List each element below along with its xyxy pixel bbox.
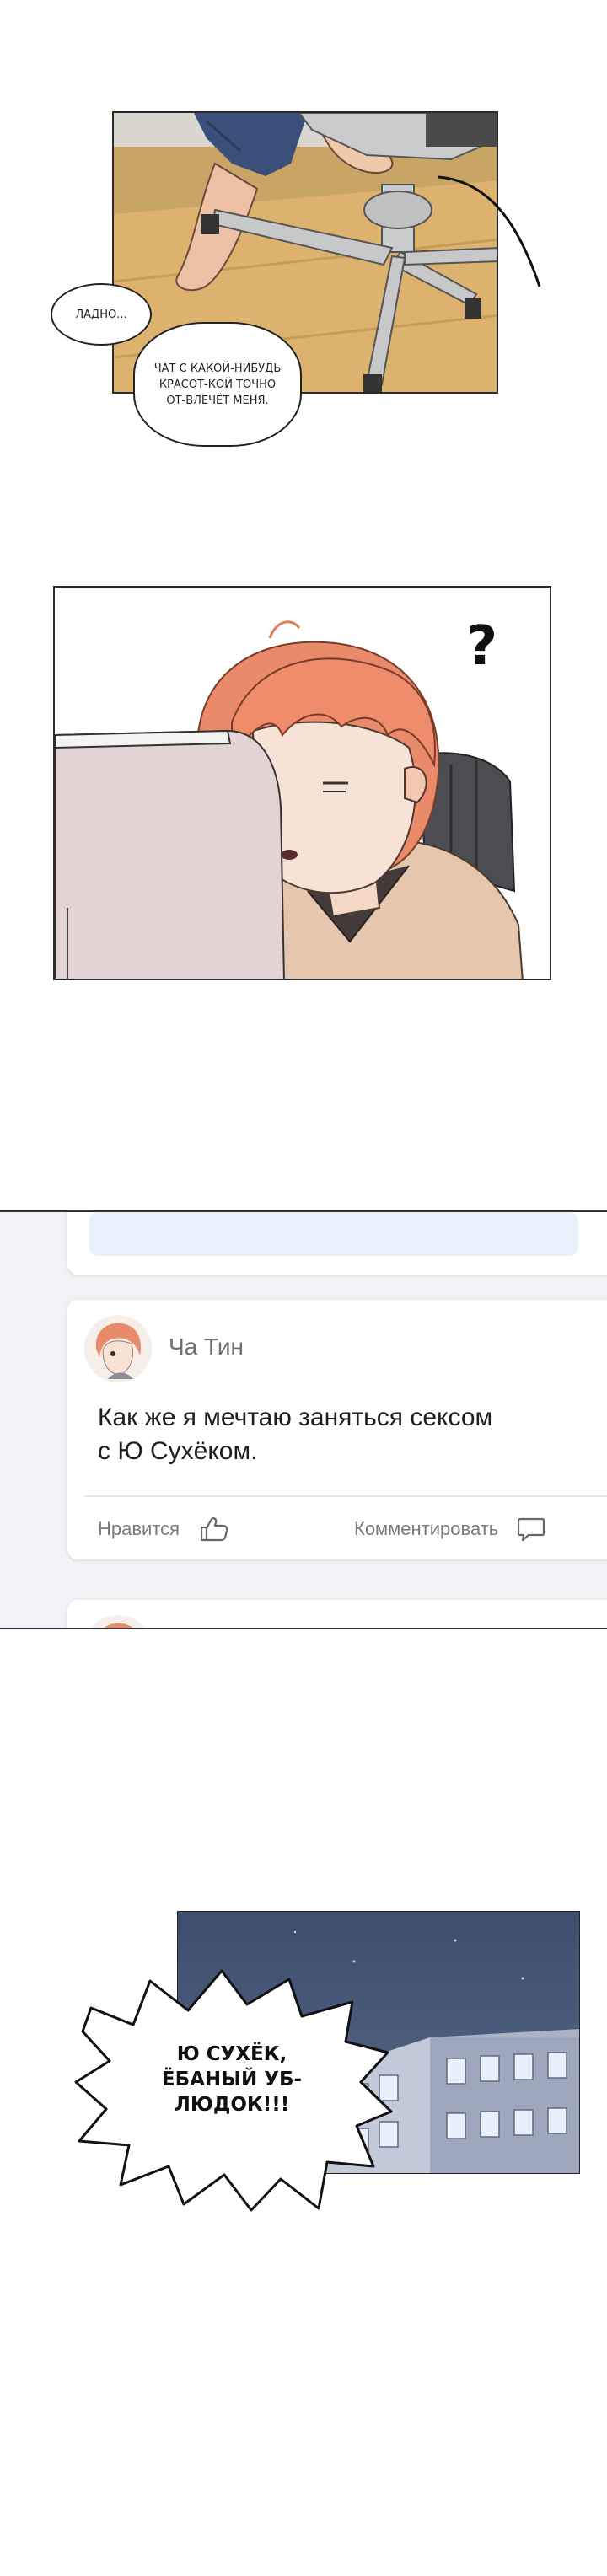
speech-text-large: ЧАТ С КАКОЙ-НИБУДЬ КРАСОТ-КОЙ ТОЧНО ОТ-В… [153, 362, 282, 407]
shout-line-3: ЛЮДОК!!! [174, 2094, 290, 2116]
post-text-line1: Как же я мечтаю заняться сексом [98, 1403, 493, 1431]
shout-text: Ю СУХЁК, ЁБАНЫЙ УБ- ЛЮДОК!!! [126, 2042, 337, 2117]
previous-post-placeholder [89, 1212, 578, 1256]
post-author[interactable]: Ча Тин [169, 1334, 244, 1360]
previous-post-card [67, 1212, 607, 1275]
avatar[interactable] [84, 1315, 152, 1382]
speech-bubble-large: ЧАТ С КАКОЙ-НИБУДЬ КРАСОТ-КОЙ ТОЧНО ОТ-В… [133, 322, 302, 447]
shout-line-1: Ю СУХЁК, [176, 2043, 287, 2065]
speech-bubble-small: ЛАДНО... [51, 283, 152, 346]
question-mark: ? [466, 615, 498, 678]
comment-button[interactable]: Комментировать [354, 1511, 607, 1548]
shout-line-2: ЁБАНЫЙ УБ- [161, 2069, 303, 2090]
feed-screenshot: Ча Тин Как же я мечтаю заняться сексом с… [0, 1210, 607, 1629]
post-card: Ча Тин Как же я мечтаю заняться сексом с… [67, 1300, 607, 1559]
like-button[interactable]: Нравится [98, 1511, 241, 1548]
speech-text-small: ЛАДНО... [75, 308, 127, 321]
thumbs-up-icon [200, 1516, 228, 1542]
post-text-line2: с Ю Сухёком. [98, 1437, 258, 1465]
next-post-avatar [84, 1615, 152, 1628]
post-divider [84, 1495, 607, 1497]
comment-icon [517, 1516, 545, 1542]
like-label: Нравится [98, 1518, 180, 1539]
next-post-card [67, 1600, 607, 1628]
avatar-illustration [84, 1315, 152, 1382]
comment-label: Комментировать [354, 1518, 499, 1539]
cable-line [438, 175, 541, 287]
